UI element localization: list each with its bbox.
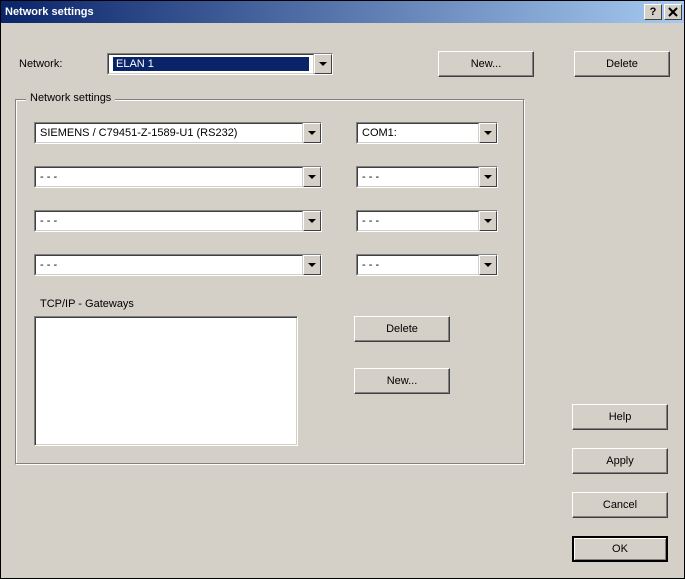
- port-combo-value-3: - - -: [362, 259, 379, 271]
- settings-row-2: - - - - - -: [34, 210, 506, 232]
- network-settings-dialog: Network settings ? Network: ELAN 1 New..…: [0, 0, 685, 579]
- chevron-down-icon[interactable]: [314, 54, 332, 74]
- device-combo-3[interactable]: - - -: [34, 254, 322, 276]
- gateways-label: TCP/IP - Gateways: [40, 298, 506, 310]
- port-combo-1[interactable]: - - -: [356, 166, 498, 188]
- settings-row-1: - - - - - -: [34, 166, 506, 188]
- chevron-down-icon[interactable]: [479, 167, 497, 187]
- new-network-button[interactable]: New...: [438, 51, 534, 77]
- delete-network-button[interactable]: Delete: [574, 51, 670, 77]
- help-icon[interactable]: ?: [644, 4, 662, 20]
- chevron-down-icon[interactable]: [303, 255, 321, 275]
- gateway-delete-button[interactable]: Delete: [354, 316, 450, 342]
- device-combo-value-0: SIEMENS / C79451-Z-1589-U1 (RS232): [40, 127, 237, 139]
- settings-row-3: - - - - - -: [34, 254, 506, 276]
- chevron-down-icon[interactable]: [479, 211, 497, 231]
- gateway-new-button[interactable]: New...: [354, 368, 450, 394]
- network-settings-group: Network settings SIEMENS / C79451-Z-1589…: [15, 99, 525, 465]
- device-combo-value-1: - - -: [40, 171, 57, 183]
- device-combo-2[interactable]: - - -: [34, 210, 322, 232]
- network-label: Network:: [15, 58, 107, 70]
- port-combo-3[interactable]: - - -: [356, 254, 498, 276]
- window-title: Network settings: [5, 6, 642, 18]
- network-row: Network: ELAN 1 New... Delete: [15, 51, 670, 77]
- device-combo-value-2: - - -: [40, 215, 57, 227]
- network-settings-legend: Network settings: [26, 92, 115, 104]
- cancel-button[interactable]: Cancel: [572, 492, 668, 518]
- chevron-down-icon[interactable]: [479, 123, 497, 143]
- apply-button[interactable]: Apply: [572, 448, 668, 474]
- port-combo-value-2: - - -: [362, 215, 379, 227]
- chevron-down-icon[interactable]: [303, 167, 321, 187]
- gateways-listbox[interactable]: [34, 316, 298, 446]
- port-combo-0[interactable]: COM1:: [356, 122, 498, 144]
- chevron-down-icon[interactable]: [479, 255, 497, 275]
- port-combo-value-1: - - -: [362, 171, 379, 183]
- device-combo-1[interactable]: - - -: [34, 166, 322, 188]
- device-combo-0[interactable]: SIEMENS / C79451-Z-1589-U1 (RS232): [34, 122, 322, 144]
- network-combo[interactable]: ELAN 1: [107, 53, 333, 75]
- settings-row-0: SIEMENS / C79451-Z-1589-U1 (RS232) COM1:: [34, 122, 506, 144]
- chevron-down-icon[interactable]: [303, 123, 321, 143]
- titlebar: Network settings ?: [1, 1, 684, 23]
- network-combo-value: ELAN 1: [113, 57, 309, 71]
- port-combo-value-0: COM1:: [362, 127, 397, 139]
- ok-button[interactable]: OK: [572, 536, 668, 562]
- chevron-down-icon[interactable]: [303, 211, 321, 231]
- help-button[interactable]: Help: [572, 404, 668, 430]
- device-combo-value-3: - - -: [40, 259, 57, 271]
- titlebar-buttons: ?: [642, 4, 682, 20]
- port-combo-2[interactable]: - - -: [356, 210, 498, 232]
- dialog-buttons: Help Apply Cancel OK: [572, 404, 668, 562]
- dialog-body: Network: ELAN 1 New... Delete Network se…: [1, 23, 684, 578]
- close-icon[interactable]: [664, 4, 682, 20]
